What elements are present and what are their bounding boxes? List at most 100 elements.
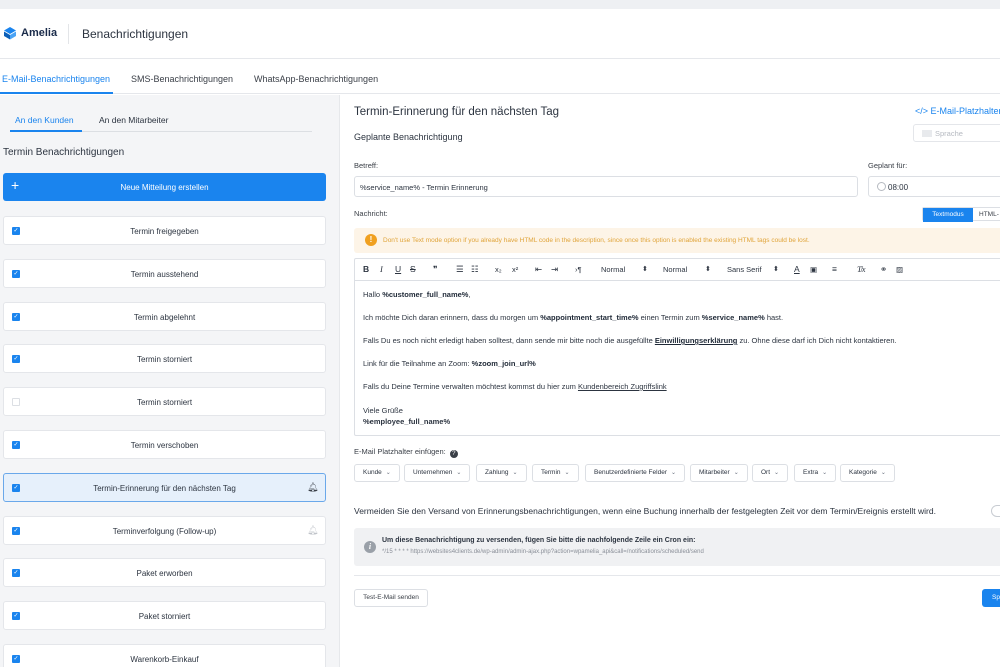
notification-label: Paket erworben [136,569,193,578]
body-line-manage: Falls du Deine Termine verwalten möchtes… [363,382,667,391]
subject-value: %service_name% - Termin Erinnerung [360,183,488,192]
body-line-reminder: Ich möchte Dich daran erinnern, dass du … [363,313,784,322]
body-line-regards: Viele Grüße [363,406,403,415]
notification-item[interactable]: ✓ Paket erworben [3,558,326,587]
header-divider [68,24,69,44]
subject-input[interactable]: %service_name% - Termin Erinnerung [354,176,858,197]
superscript-button[interactable]: x² [512,264,518,275]
message-label: Nachricht: [354,209,388,218]
bullet-list-icon[interactable]: ☷ [471,264,479,275]
clock-icon [877,182,886,191]
placeholder-dropdown-kategorie[interactable]: Kategorie ⌄ [840,464,895,482]
placeholder-dropdown-mitarbeiter[interactable]: Mitarbeiter ⌄ [690,464,748,482]
placeholder-dropdown-zahlung[interactable]: Zahlung ⌄ [476,464,527,482]
notification-item[interactable]: ✓ Paket storniert [3,601,326,630]
page-title: Benachrichtigungen [82,27,189,41]
clear-format-button[interactable]: T̸x [857,264,866,275]
background-color-icon[interactable]: ▣ [810,264,817,275]
notification-item[interactable]: ✓ Termin freigegeben [3,216,326,245]
placeholder-dropdown-extra[interactable]: Extra ⌄ [794,464,837,482]
placeholder-dropdown-custom-fields[interactable]: Benutzerdefinierte Felder ⌄ [585,464,686,482]
align-icon[interactable]: ≡ [832,264,837,275]
ordered-list-icon[interactable]: ☰ [456,264,464,275]
notification-item[interactable]: ✓ Termin storniert [3,344,326,373]
cron-command: */15 * * * * https://websites4clients.de… [382,549,704,555]
size-select[interactable]: Normal [601,264,625,275]
tab-whatsapp[interactable]: WhatsApp-Benachrichtigungen [254,74,378,84]
blockquote-button[interactable]: ❞ [433,264,438,275]
bold-button[interactable]: B [363,264,369,275]
chevron-down-icon: ⌄ [512,470,518,476]
language-placeholder: Sprache [935,129,963,138]
time-value: 08:00 [888,183,909,192]
font-select[interactable]: Sans Serif [727,264,762,275]
link-icon[interactable]: ⚭ [880,264,887,275]
language-select[interactable]: Sprache [913,124,1000,142]
placeholder-dropdown-unternehmen[interactable]: Unternehmen ⌄ [404,464,471,482]
placeholder-dropdown-kunde[interactable]: Kunde ⌄ [354,464,400,482]
message-editor[interactable]: B I U S ❞ ☰ ☷ x₂ x² ⇤ ⇥ ›¶ Normal ⬍ Norm… [354,258,1000,436]
image-icon[interactable]: ▨ [896,264,903,275]
underline-button[interactable]: U [395,264,401,275]
notification-label: Termin-Erinnerung für den nächsten Tag [93,484,236,493]
flag-icon [922,130,932,137]
chevron-down-icon: ⌄ [385,470,391,476]
notification-item[interactable]: ✓ Termin abgelehnt [3,302,326,331]
tab-customers[interactable]: An den Kunden [15,115,74,125]
amelia-logo[interactable]: Amelia [3,26,57,40]
help-icon[interactable]: ? [449,450,458,458]
logo-text: Amelia [21,27,58,39]
bell-icon: 🔔︎ [307,482,319,492]
html-mode-button[interactable]: HTML- [979,208,999,221]
bell-icon: 🔔︎ [307,525,319,535]
mode-switch: Textmodus HTML- [922,207,1000,222]
warning-text: Don't use Text mode option if you alread… [383,237,810,244]
notification-item[interactable]: ✓ Termin ausstehend [3,259,326,288]
cron-info-box: i Um diese Benachrichtigung zu versenden… [354,528,1000,566]
new-notification-button[interactable]: + Neue Mitteilung erstellen [3,173,326,201]
tab-email[interactable]: E-Mail-Benachrichtigungen [2,74,110,84]
notification-item-selected[interactable]: ✓ Termin-Erinnerung für den nächsten Tag… [3,473,326,502]
send-test-email-button[interactable]: Test-E-Mail senden [354,589,428,607]
italic-button[interactable]: I [380,264,383,275]
text-direction-button[interactable]: ›¶ [575,264,582,275]
save-button[interactable]: Sp [982,589,1000,607]
consent-link[interactable]: Einwilligungserklärung [655,336,738,345]
text-mode-button[interactable]: Textmodus [923,208,973,222]
subscript-button[interactable]: x₂ [495,264,502,275]
notification-label: Termin freigegeben [130,227,199,236]
placeholder-dropdown-ort[interactable]: Ort ⌄ [752,464,789,482]
chevron-down-icon: ⌄ [822,470,828,476]
body-line-zoom: Link für die Teilnahme an Zoom: %zoom_jo… [363,359,536,368]
notification-item[interactable]: Termin storniert [3,387,326,416]
email-placeholders-link[interactable]: </> E-Mail-Platzhalter [915,106,1000,116]
notification-label: Termin verschoben [130,441,199,450]
placeholder-dropdown-termin[interactable]: Termin ⌄ [532,464,579,482]
chevron-down-icon: ⌄ [733,470,739,476]
active-subtab-indicator [10,130,82,132]
tab-employees[interactable]: An den Mitarbeiter [99,115,168,125]
notification-label: Terminverfolgung (Follow-up) [112,527,217,536]
outdent-icon[interactable]: ⇤ [535,264,542,275]
strikethrough-button[interactable]: S [410,264,416,275]
tab-sms[interactable]: SMS-Benachrichtigungen [131,74,233,84]
section-title: Termin Benachrichtigungen [3,147,125,158]
editor-toolbar: B I U S ❞ ☰ ☷ x₂ x² ⇤ ⇥ ›¶ Normal ⬍ Norm… [355,259,1000,281]
subject-label: Betreff: [354,161,379,170]
notification-sidebar: An den Kunden An den Mitarbeiter Termin … [0,95,340,667]
text-color-icon[interactable]: A [794,264,800,275]
avoid-reminder-toggle[interactable] [991,505,1000,517]
notification-label: Termin abgelehnt [133,313,196,322]
body-line-greeting: Hallo %customer_full_name%, [363,290,471,299]
notification-item[interactable]: ✓ Terminverfolgung (Follow-up) 🔔︎ [3,516,326,545]
notification-item[interactable]: ✓ Termin verschoben [3,430,326,459]
time-picker[interactable]: 08:00 [868,176,1000,197]
app-header: Amelia Benachrichtigungen [0,9,1000,59]
active-tab-indicator [0,92,113,94]
chevron-down-icon: ⌄ [880,470,886,476]
indent-icon[interactable]: ⇥ [551,264,558,275]
notification-item[interactable]: ✓ Warenkorb-Einkauf [3,644,326,667]
updown-icon: ⬍ [705,266,711,273]
customer-panel-link[interactable]: Kundenbereich Zugriffslink [578,382,667,391]
header-select[interactable]: Normal [663,264,687,275]
